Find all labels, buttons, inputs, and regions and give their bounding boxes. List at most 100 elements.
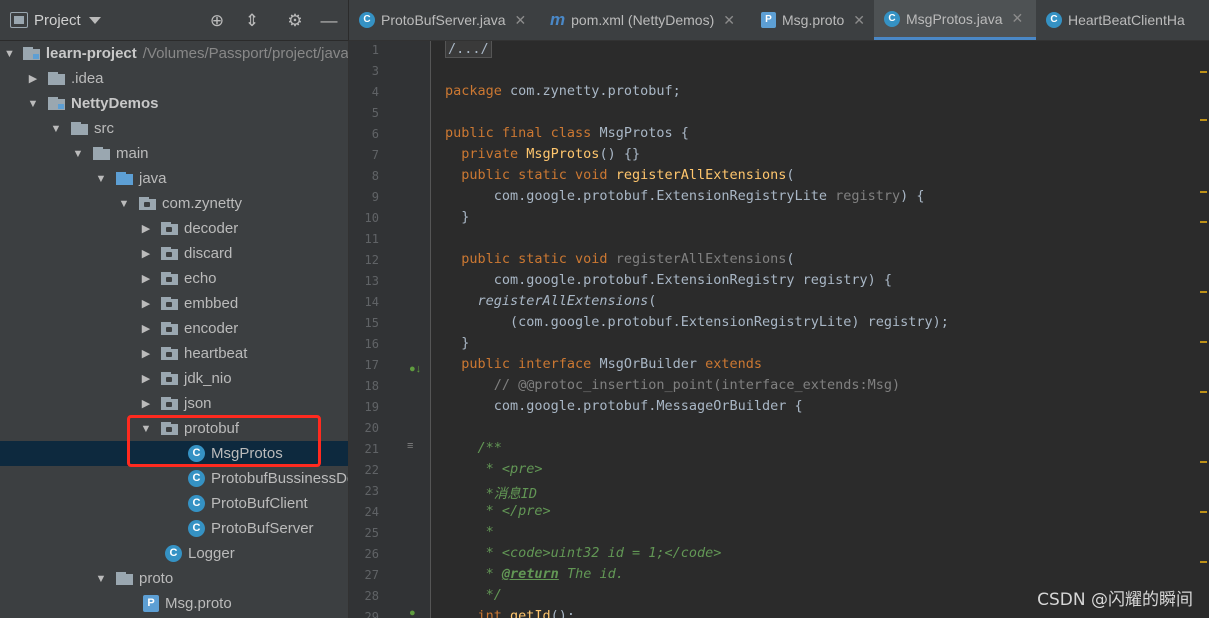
tree-item-label: discard: [184, 245, 233, 262]
expand-arrow-icon[interactable]: ▶: [139, 272, 153, 285]
code-line-17: public interface MsgOrBuilder extends: [445, 356, 763, 372]
tree-item-nettydemos[interactable]: ▼ NettyDemos: [0, 91, 348, 116]
code-line-7: private MsgProtos() {}: [445, 146, 641, 162]
code-line-22: * <pre>: [445, 461, 543, 477]
tree-item-protobufclient[interactable]: C ProtoBufClient: [0, 491, 348, 516]
tree-item-embbed[interactable]: ▶ embbed: [0, 291, 348, 316]
tree-item-label: ProtoBufServer: [211, 520, 314, 537]
gear-icon[interactable]: ⚙: [285, 11, 305, 31]
tab-msgprotos[interactable]: C MsgProtos.java ✕: [874, 0, 1036, 40]
tree-item-label: ProtobufBussinessDe: [211, 470, 348, 487]
tree-item-label: ProtoBufClient: [211, 495, 308, 512]
chevron-down-icon[interactable]: [88, 16, 101, 24]
tree-item-heartbeat[interactable]: ▶ heartbeat: [0, 341, 348, 366]
tree-item-json[interactable]: ▶ json: [0, 391, 348, 416]
code-line-10: }: [445, 209, 470, 225]
expand-arrow-icon[interactable]: ▶: [139, 222, 153, 235]
folder-icon: [116, 572, 133, 585]
tree-item-java[interactable]: ▼ java: [0, 166, 348, 191]
error-stripe[interactable]: [1197, 41, 1209, 618]
tab-heartbeatclient[interactable]: C HeartBeatClientHa: [1036, 0, 1209, 40]
close-icon[interactable]: ✕: [1011, 10, 1023, 27]
tree-item-com-zynetty[interactable]: ▼ com.zynetty: [0, 191, 348, 216]
tree-item-jdk-nio[interactable]: ▶ jdk_nio: [0, 366, 348, 391]
package-icon: [161, 247, 178, 260]
expand-arrow-icon[interactable]: ▶: [139, 322, 153, 335]
tab-pom-xml[interactable]: m pom.xml (NettyDemos) ✕: [540, 0, 751, 40]
tree-item-logger[interactable]: C Logger: [0, 541, 348, 566]
expand-arrow-icon[interactable]: ▶: [139, 297, 153, 310]
code-line-8: public static void registerAllExtensions…: [445, 167, 795, 183]
line-number: 26: [364, 547, 379, 561]
tree-item-label: jdk_nio: [184, 370, 232, 387]
source-folder-icon: [116, 172, 133, 185]
tree-item-src[interactable]: ▼ src: [0, 116, 348, 141]
close-icon[interactable]: ✕: [515, 12, 527, 29]
tree-item-label: src: [94, 120, 114, 137]
expand-arrow-icon[interactable]: ▼: [94, 173, 108, 185]
tree-item-label: learn-project: [45, 45, 137, 62]
tree-item-discard[interactable]: ▶ discard: [0, 241, 348, 266]
project-icon: [10, 12, 28, 28]
line-number: 6: [371, 127, 379, 141]
tree-item-encoder[interactable]: ▶ encoder: [0, 316, 348, 341]
doc-render-icon[interactable]: ≡: [407, 440, 413, 452]
line-number: 13: [364, 274, 379, 288]
line-number: 8: [371, 169, 379, 183]
class-icon: C: [188, 470, 205, 487]
module-folder-icon: [48, 97, 65, 110]
tab-protobufserver[interactable]: C ProtoBufServer.java ✕: [349, 0, 540, 40]
expand-arrow-icon[interactable]: ▼: [4, 48, 15, 60]
close-icon[interactable]: ✕: [853, 12, 865, 29]
hide-panel-icon[interactable]: —: [319, 11, 339, 31]
code-line-6: public final class MsgProtos {: [445, 125, 689, 141]
code-editor[interactable]: 1 3 4 5 6 7 8 9 10 11 12 13 14 15 16 17 …: [348, 41, 1209, 618]
line-number: 11: [364, 232, 379, 246]
expand-arrow-icon[interactable]: ▼: [26, 98, 40, 110]
proto-icon: P: [761, 12, 776, 28]
class-icon: C: [188, 495, 205, 512]
expand-arrow-icon[interactable]: ▶: [26, 72, 40, 85]
expand-arrow-icon[interactable]: ▶: [139, 397, 153, 410]
tab-label: pom.xml (NettyDemos): [571, 12, 715, 28]
close-icon[interactable]: ✕: [723, 12, 735, 29]
expand-arrow-icon[interactable]: ▼: [117, 198, 131, 210]
tree-item-idea[interactable]: ▶ .idea: [0, 66, 348, 91]
tree-item-msg-proto[interactable]: P Msg.proto: [0, 591, 348, 616]
tab-msg-proto[interactable]: P Msg.proto ✕: [751, 0, 874, 40]
tree-item-label: proto: [139, 570, 174, 587]
tree-item-main[interactable]: ▼ main: [0, 141, 348, 166]
project-view-title[interactable]: Project: [34, 12, 81, 29]
tree-item-protobufbussinessde[interactable]: C ProtobufBussinessDe: [0, 466, 348, 491]
collapse-all-icon[interactable]: ⇕: [242, 11, 262, 31]
class-icon: C: [884, 10, 900, 27]
expand-arrow-icon[interactable]: ▶: [139, 347, 153, 360]
expand-arrow-icon[interactable]: ▶: [139, 247, 153, 260]
tree-item-label: decoder: [184, 220, 239, 237]
line-number: 12: [364, 253, 379, 267]
tab-label: Msg.proto: [782, 12, 845, 28]
tree-item-learn-project[interactable]: ▼ learn-project /Volumes/Passport/projec…: [0, 41, 348, 66]
tree-item-proto[interactable]: ▼ proto: [0, 566, 348, 591]
implemented-icon[interactable]: ●↓: [409, 363, 421, 375]
expand-arrow-icon[interactable]: ▼: [49, 123, 63, 135]
line-number: 25: [364, 526, 379, 540]
tree-item-decoder[interactable]: ▶ decoder: [0, 216, 348, 241]
tree-item-protobufserver[interactable]: C ProtoBufServer: [0, 516, 348, 541]
line-number: 4: [371, 85, 379, 99]
tree-item-echo[interactable]: ▶ echo: [0, 266, 348, 291]
class-icon: C: [188, 520, 205, 537]
implemented-icon[interactable]: ●: [409, 607, 416, 618]
locate-target-icon[interactable]: ⊕: [207, 11, 227, 31]
expand-arrow-icon[interactable]: ▼: [71, 148, 85, 160]
package-icon: [161, 397, 178, 410]
expand-arrow-icon[interactable]: ▶: [139, 372, 153, 385]
line-number: 16: [364, 337, 379, 351]
line-number: 20: [364, 421, 379, 435]
line-number: 19: [364, 400, 379, 414]
tree-item-label: embbed: [184, 295, 239, 312]
code-line-13: com.google.protobuf.ExtensionRegistry re…: [445, 272, 893, 288]
code-line-18: // @@protoc_insertion_point(interface_ex…: [445, 377, 901, 393]
expand-arrow-icon[interactable]: ▼: [94, 573, 108, 585]
code-line-29: int getId();: [445, 608, 576, 618]
